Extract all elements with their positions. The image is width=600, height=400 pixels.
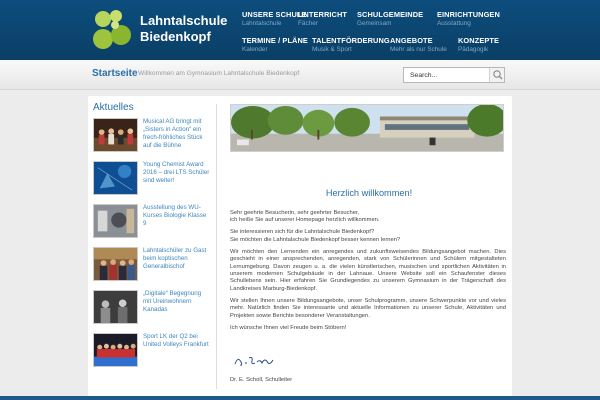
breadcrumb-bar: Startseite Willkommen am Gymnasium Lahnt… bbox=[0, 60, 600, 90]
news-thumbnail[interactable] bbox=[93, 333, 138, 367]
footer-strip bbox=[0, 396, 600, 400]
signature-image bbox=[234, 356, 274, 366]
news-link[interactable]: Young Chemist Award 2016 – drei LTS Schü… bbox=[143, 161, 211, 185]
news-item[interactable]: Lahntalschüler zu Gast beim koptischen G… bbox=[93, 247, 211, 283]
news-link[interactable]: Ausstellung des WU-Kurses Biologie Klass… bbox=[143, 204, 211, 228]
nav-title: EINRICHTUNGEN bbox=[437, 10, 500, 19]
news-link[interactable]: Sport LK der Q2 bei United Volleys Frank… bbox=[143, 333, 211, 349]
school-building-photo bbox=[230, 104, 504, 152]
paragraph-questions: Sie interessieren sich für die Lahntalsc… bbox=[230, 229, 401, 243]
brand-line2: Biedenkopf bbox=[140, 29, 211, 44]
sidebar-title: Aktuelles bbox=[93, 102, 134, 113]
search-icon bbox=[493, 70, 503, 80]
news-item[interactable]: Ausstellung des WU-Kurses Biologie Klass… bbox=[93, 204, 211, 240]
nav-title: SCHULGEMEINDE bbox=[357, 10, 424, 19]
brand-name: Lahntalschule Biedenkopf bbox=[140, 13, 227, 45]
search-button[interactable] bbox=[489, 68, 504, 82]
school-logo[interactable]: Lahntalschule Biedenkopf bbox=[92, 8, 262, 52]
nav-item-einrichtungen[interactable]: EINRICHTUNGEN Ausstattung bbox=[437, 10, 527, 30]
nav-subtitle: Pädagogik bbox=[458, 46, 489, 53]
welcome-heading: Herzlich willkommen! bbox=[325, 188, 413, 198]
nav-item-konzepte[interactable]: KONZEPTE Pädagogik bbox=[458, 36, 548, 56]
column-divider bbox=[216, 104, 217, 389]
nav-subtitle: Ausstattung bbox=[437, 20, 471, 27]
news-item[interactable]: Young Chemist Award 2016 – drei LTS Schü… bbox=[93, 161, 211, 197]
nav-item-talentfoerderung[interactable]: TALENTFÖRDERUNG Musik & Sport bbox=[312, 36, 402, 56]
news-item[interactable]: „Digitale“ Begegnung mit Ureinwohnern Ka… bbox=[93, 290, 211, 326]
site-header: Lahntalschule Biedenkopf UNSERE SCHULE L… bbox=[0, 0, 600, 60]
paragraph-mission: Wir möchten den Lernenden ein anregendes… bbox=[230, 248, 506, 292]
brand-line1: Lahntalschule bbox=[140, 13, 228, 28]
paragraph-offers: Wir stellen Ihnen unsere Bildungsangebot… bbox=[230, 297, 506, 319]
page-subtitle: Willkommen am Gymnasium Lahntalschule Bi… bbox=[138, 70, 300, 77]
news-link[interactable]: „Digitale“ Begegnung mit Ureinwohnern Ka… bbox=[143, 290, 211, 314]
news-item[interactable]: Sport LK der Q2 bei United Volleys Frank… bbox=[93, 333, 211, 369]
breadcrumb-home[interactable]: Startseite bbox=[92, 68, 138, 79]
content-panel: Aktuelles Musical AG bringt mit „Sisters… bbox=[88, 96, 512, 396]
news-thumbnail[interactable] bbox=[93, 290, 138, 324]
nav-subtitle: Musik & Sport bbox=[312, 46, 352, 53]
news-link[interactable]: Lahntalschüler zu Gast beim koptischen G… bbox=[143, 247, 211, 271]
nav-subtitle: Gemeinsam bbox=[357, 20, 392, 27]
paragraph-greeting: Sehr geehrte Besucherin, sehr geehrter B… bbox=[230, 210, 380, 224]
nav-title: KONZEPTE bbox=[458, 36, 500, 45]
news-item[interactable]: Musical AG bringt mit „Sisters in Action… bbox=[93, 118, 211, 154]
main-article: Herzlich willkommen! Sehr geehrte Besuch… bbox=[226, 96, 512, 396]
signature-name: Dr. E. Scholl, Schulleiter bbox=[230, 377, 293, 383]
nav-item-schulgemeinde[interactable]: SCHULGEMEINDE Gemeinsam bbox=[357, 10, 447, 30]
search-input[interactable] bbox=[404, 68, 490, 82]
logo-circles-icon bbox=[93, 10, 131, 49]
news-link[interactable]: Musical AG bringt mit „Sisters in Action… bbox=[143, 118, 211, 150]
nav-title: TALENTFÖRDERUNG bbox=[312, 36, 390, 45]
news-thumbnail[interactable] bbox=[93, 118, 138, 152]
news-thumbnail[interactable] bbox=[93, 247, 138, 281]
paragraph-closing: Ich wünsche Ihnen viel Freude beim Stöbe… bbox=[230, 324, 347, 331]
news-thumbnail[interactable] bbox=[93, 204, 138, 238]
welcome-text: Sehr geehrte Besucherin, sehr geehrter B… bbox=[230, 210, 506, 337]
news-thumbnail[interactable] bbox=[93, 161, 138, 195]
news-sidebar: Aktuelles Musical AG bringt mit „Sisters… bbox=[88, 96, 213, 396]
search-box bbox=[403, 67, 505, 83]
